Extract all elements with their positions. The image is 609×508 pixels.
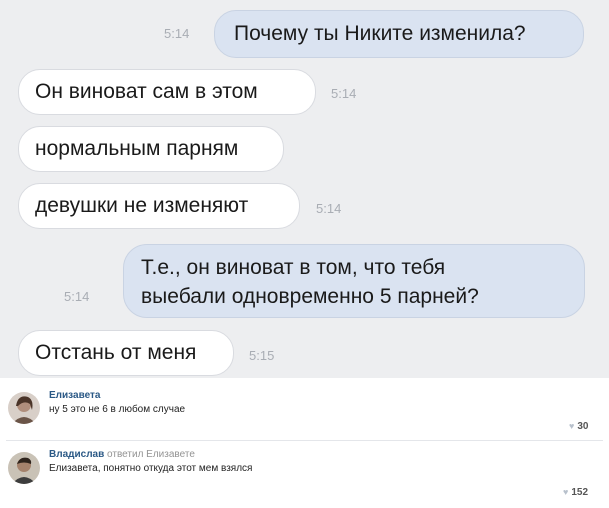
comment-text: ну 5 это не 6 в любом случае [49, 404, 186, 415]
avatar[interactable] [8, 452, 40, 484]
message-bubble-outgoing: Т.е., он виноват в том, что тебя выебали… [123, 244, 585, 318]
message-text: Отстань от меня [35, 341, 197, 364]
message-time: 5:15 [249, 348, 275, 363]
message-bubble-incoming: девушки не изменяют [18, 183, 300, 229]
message-time: 5:14 [64, 289, 90, 304]
message-text: девушки не изменяют [35, 194, 249, 217]
message-text: Он виноват сам в этом [35, 80, 258, 103]
chat-screenshot: 5:14 Почему ты Никите изменила? Он винов… [0, 0, 609, 378]
comments-section: Елизавета ну 5 это не 6 в любом случае ♥… [0, 378, 609, 508]
divider [6, 440, 603, 441]
like-button[interactable]: ♥ 30 [569, 421, 588, 432]
avatar[interactable] [8, 392, 40, 424]
message-bubble-incoming: Отстань от меня [18, 330, 234, 376]
heart-icon: ♥ [563, 487, 569, 497]
message-bubble-incoming: Он виноват сам в этом [18, 69, 316, 115]
heart-icon: ♥ [569, 421, 575, 431]
message-text: Почему ты Никите изменила? [234, 22, 526, 45]
message-time: 5:14 [316, 201, 342, 216]
message-time: 5:14 [331, 86, 357, 101]
comment-reply-to: ответил Елизавете [107, 449, 195, 460]
message-bubble-incoming: нормальным парням [18, 126, 284, 172]
comment-author[interactable]: Елизавета [49, 390, 100, 401]
message-text: нормальным парням [35, 137, 239, 160]
message-text-line: Т.е., он виноват в том, что тебя [141, 256, 446, 279]
message-bubble-outgoing: Почему ты Никите изменила? [214, 10, 584, 58]
comment-text: Елизавета, понятно откуда этот мем взялс… [49, 463, 253, 474]
message-text-line: выебали одновременно 5 парней? [141, 285, 479, 308]
comment-author[interactable]: Владислав ответил Елизавете [49, 449, 195, 460]
message-time: 5:14 [164, 26, 190, 41]
like-button[interactable]: ♥ 152 [563, 487, 588, 498]
